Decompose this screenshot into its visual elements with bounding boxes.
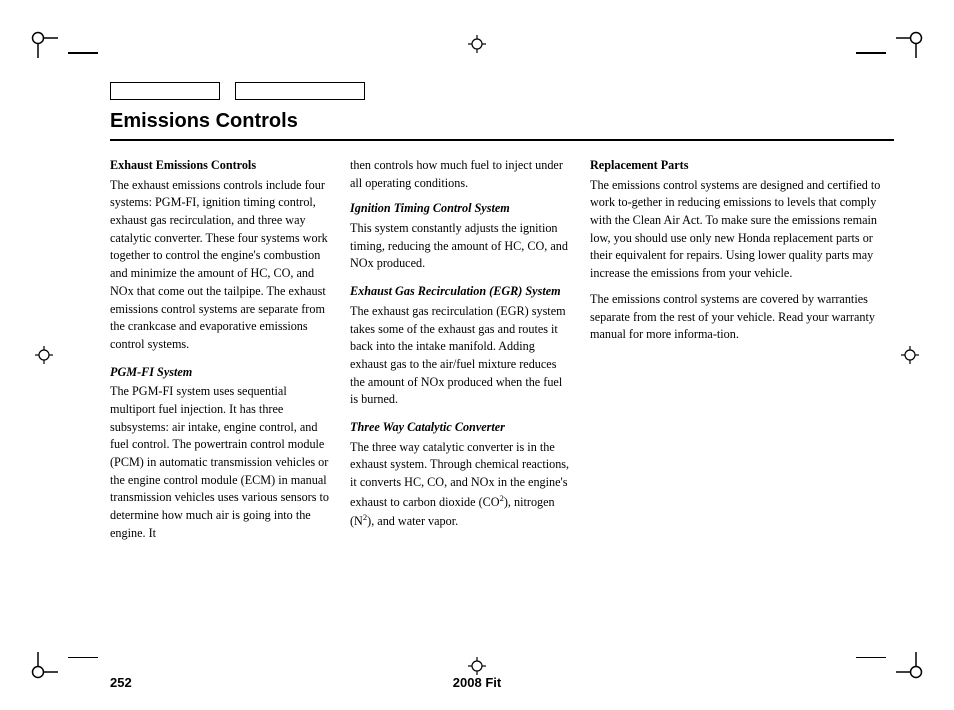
middle-body-4c: ), and water vapor. bbox=[367, 515, 458, 529]
page-title: Emissions Controls bbox=[110, 110, 298, 132]
middle-section4: Three Way Catalytic Converter The three … bbox=[350, 419, 570, 531]
page-title-section: Emissions Controls bbox=[110, 110, 894, 141]
middle-heading-3: Exhaust Gas Recirculation (EGR) System bbox=[350, 283, 570, 301]
middle-heading-2: Ignition Timing Control System bbox=[350, 200, 570, 218]
right-body-2: The emissions control systems are covere… bbox=[590, 292, 875, 341]
page-number: 252 bbox=[110, 675, 132, 690]
footer-center: 2008 Fit bbox=[453, 675, 501, 690]
left-heading-1: Exhaust Emissions Controls bbox=[110, 157, 330, 175]
corner-mark-bl bbox=[30, 652, 58, 680]
right-column: Replacement Parts The emissions control … bbox=[590, 157, 894, 550]
tab-rect-right bbox=[235, 82, 365, 100]
side-mark-bl-h bbox=[68, 657, 98, 659]
middle-section3: Exhaust Gas Recirculation (EGR) System T… bbox=[350, 283, 570, 409]
crosshair-bottom bbox=[468, 657, 486, 675]
corner-mark-br bbox=[896, 652, 924, 680]
right-section2: The emissions control systems are covere… bbox=[590, 291, 894, 344]
crosshair-left bbox=[35, 346, 53, 364]
left-heading-2: PGM-FI System bbox=[110, 364, 330, 382]
corner-mark-tl bbox=[30, 30, 58, 58]
content-area: Emissions Controls Exhaust Emissions Con… bbox=[110, 110, 894, 640]
middle-section1: then controls how much fuel to inject un… bbox=[350, 157, 570, 192]
middle-column: then controls how much fuel to inject un… bbox=[350, 157, 570, 550]
right-heading-1: Replacement Parts bbox=[590, 157, 894, 175]
middle-body-2: This system constantly adjusts the ignit… bbox=[350, 221, 568, 270]
right-section1: Replacement Parts The emissions control … bbox=[590, 157, 894, 283]
left-column: Exhaust Emissions Controls The exhaust e… bbox=[110, 157, 330, 550]
footer: 252 bbox=[110, 675, 894, 690]
middle-heading-4: Three Way Catalytic Converter bbox=[350, 419, 570, 437]
left-section1: Exhaust Emissions Controls The exhaust e… bbox=[110, 157, 330, 354]
side-mark-tl-h bbox=[68, 52, 98, 54]
page: Emissions Controls Exhaust Emissions Con… bbox=[0, 0, 954, 710]
side-mark-tr-h bbox=[856, 52, 886, 54]
left-body-1: The exhaust emissions controls include f… bbox=[110, 178, 328, 351]
crosshair-right bbox=[901, 346, 919, 364]
crosshair-top bbox=[468, 35, 486, 53]
middle-section2: Ignition Timing Control System This syst… bbox=[350, 200, 570, 273]
tab-rect-left bbox=[110, 82, 220, 100]
columns: Exhaust Emissions Controls The exhaust e… bbox=[110, 157, 894, 550]
middle-body-3: The exhaust gas recirculation (EGR) syst… bbox=[350, 304, 566, 406]
footer-model: 2008 Fit bbox=[453, 675, 501, 690]
corner-mark-tr bbox=[896, 30, 924, 58]
middle-body-1: then controls how much fuel to inject un… bbox=[350, 158, 563, 190]
side-mark-br-h bbox=[856, 657, 886, 659]
left-body-2: The PGM-FI system uses sequential multip… bbox=[110, 384, 329, 540]
right-body-1: The emissions control systems are design… bbox=[590, 178, 880, 280]
left-section2: PGM-FI System The PGM-FI system uses seq… bbox=[110, 364, 330, 543]
